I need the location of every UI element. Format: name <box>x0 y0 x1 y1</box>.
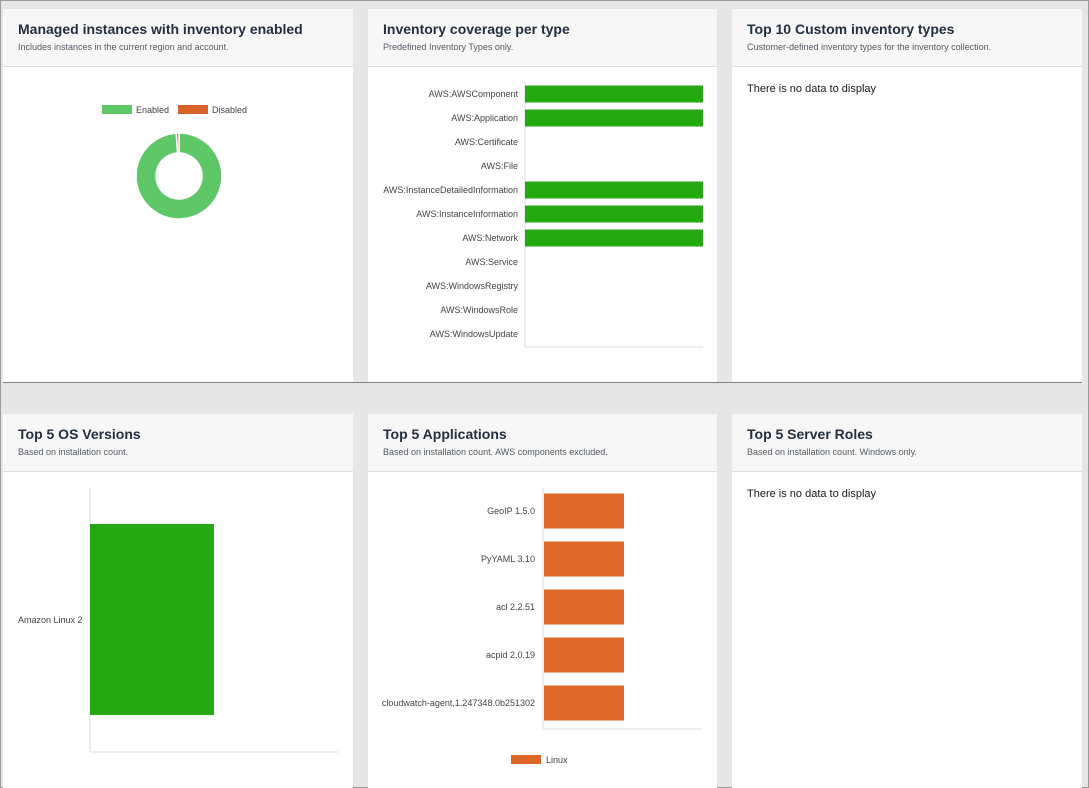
category-label: AWS:Network <box>462 233 518 243</box>
bar-awsinstanceinformation <box>525 205 703 223</box>
card-subtitle: Based on installation count. Windows onl… <box>747 447 917 457</box>
legend-label: Enabled <box>136 105 169 115</box>
category-label: AWS:Certificate <box>455 137 518 147</box>
bar-amazon-linux-2 <box>90 524 214 715</box>
category-label: acl 2.2.51 <box>496 602 535 612</box>
bar-application <box>544 637 624 673</box>
server-roles-card: Top 5 Server Roles Based on installation… <box>732 414 1082 788</box>
category-label: AWS:InstanceInformation <box>416 209 518 219</box>
card-title: Top 10 Custom inventory types <box>747 21 955 37</box>
category-label: AWS:Service <box>465 257 518 267</box>
category-label: cloudwatch-agent,1.247348.0b251302 <box>382 698 535 708</box>
category-label: AWS:WindowsUpdate <box>430 329 518 339</box>
coverage-bar-chart: AWS:AWSComponent AWS:Application AWS:Certi… <box>383 82 703 348</box>
category-label: AWS:InstanceDetailedInformation <box>383 185 518 195</box>
legend-swatch <box>102 105 132 114</box>
managed-donut-chart: Enabled Disabled <box>102 105 247 220</box>
custom-inventory-card: Top 10 Custom inventory types Customer-d… <box>732 9 1082 382</box>
card-title: Top 5 Server Roles <box>747 426 873 442</box>
bar-application <box>544 541 624 577</box>
category-label: AWS:AWSComponent <box>429 89 519 99</box>
donut-slice-disabled <box>175 132 180 154</box>
category-label: GeoIP 1.5.0 <box>487 506 535 516</box>
legend-label: Linux <box>546 755 568 765</box>
category-label: Amazon Linux 2 <box>18 615 83 625</box>
category-label: acpid 2.0.19 <box>486 650 535 660</box>
category-label: AWS:WindowsRegistry <box>426 281 519 291</box>
os-versions-card: Top 5 OS Versions Based on installation … <box>3 414 353 788</box>
bar-awsinstancedetailedinformation <box>525 181 703 199</box>
category-label: AWS:WindowsRole <box>440 305 518 315</box>
no-data-message: There is no data to display <box>747 83 877 95</box>
bar-awsawscomponent <box>525 85 703 103</box>
bar-awsapplication <box>525 109 703 127</box>
legend-swatch <box>178 105 208 114</box>
legend-swatch <box>511 755 541 764</box>
row-divider <box>3 382 1082 383</box>
bar-application <box>544 493 624 529</box>
managed-instances-card: Managed instances with inventory enabled… <box>3 9 353 382</box>
no-data-message: There is no data to display <box>747 488 877 500</box>
bar-application <box>544 589 624 625</box>
bar-awsnetwork <box>525 229 703 247</box>
card-header: Top 10 Custom inventory types Customer-d… <box>732 9 1082 67</box>
card-subtitle: Customer-defined inventory types for the… <box>747 42 992 52</box>
applications-bar-chart: GeoIP 1.5.0 PyYAML 3.10 acl 2.2.51 acpid 2.… <box>382 488 703 765</box>
inventory-coverage-card: Inventory coverage per type Predefined I… <box>368 9 717 382</box>
bar-application <box>544 685 624 721</box>
card-header: Top 5 Server Roles Based on installation… <box>732 414 1082 472</box>
os-bar-chart: Amazon Linux 2 <box>18 488 338 753</box>
legend-label: Disabled <box>212 105 247 115</box>
category-label: AWS:Application <box>451 113 518 123</box>
category-label: AWS:File <box>481 161 518 171</box>
applications-card: Top 5 Applications Based on installation… <box>368 414 717 788</box>
category-label: PyYAML 3.10 <box>481 554 535 564</box>
